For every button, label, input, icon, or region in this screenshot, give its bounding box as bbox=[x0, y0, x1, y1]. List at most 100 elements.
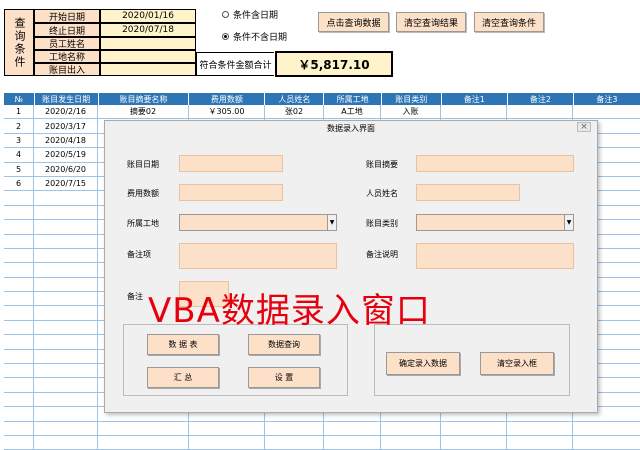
table-cell[interactable] bbox=[381, 435, 441, 450]
remark-item-field[interactable] bbox=[179, 243, 337, 269]
table-cell[interactable] bbox=[4, 191, 34, 205]
table-cell[interactable]: 2020/5/19 bbox=[34, 148, 98, 162]
amount-field[interactable] bbox=[179, 184, 283, 201]
table-cell[interactable] bbox=[34, 378, 98, 392]
table-cell[interactable] bbox=[34, 335, 98, 349]
confirm-entry-button[interactable]: 确定录入数据 bbox=[386, 352, 460, 375]
summary-button[interactable]: 汇 总 bbox=[147, 367, 219, 388]
table-cell[interactable]: 5 bbox=[4, 162, 34, 176]
table-cell[interactable] bbox=[265, 435, 324, 450]
table-cell[interactable]: 2020/6/20 bbox=[34, 162, 98, 176]
table-cell[interactable] bbox=[441, 435, 507, 450]
table-cell[interactable] bbox=[4, 335, 34, 349]
table-cell[interactable] bbox=[34, 306, 98, 320]
table-cell[interactable] bbox=[4, 435, 34, 450]
table-cell[interactable] bbox=[4, 277, 34, 292]
table-cell[interactable] bbox=[507, 435, 573, 450]
table-cell[interactable] bbox=[573, 422, 640, 435]
table-cell[interactable] bbox=[573, 436, 640, 449]
table-cell[interactable]: 4 bbox=[4, 148, 34, 162]
table-cell[interactable]: 2 bbox=[4, 119, 34, 133]
table-cell[interactable] bbox=[34, 435, 98, 450]
table-cell[interactable] bbox=[4, 306, 34, 320]
table-cell[interactable] bbox=[4, 349, 34, 364]
table-cell[interactable] bbox=[34, 292, 98, 306]
radio-include-date[interactable]: 条件含日期 bbox=[222, 8, 278, 21]
end-date-input[interactable]: 2020/07/18 bbox=[100, 23, 196, 37]
table-cell[interactable]: 2020/2/16 bbox=[34, 105, 98, 119]
table-cell[interactable] bbox=[4, 292, 34, 306]
table-cell[interactable] bbox=[189, 435, 265, 450]
table-cell[interactable] bbox=[441, 105, 507, 119]
table-cell[interactable] bbox=[4, 263, 34, 277]
table-cell[interactable] bbox=[34, 191, 98, 205]
table-cell[interactable] bbox=[34, 205, 98, 220]
radio-exclude-date[interactable]: 条件不含日期 bbox=[222, 30, 287, 43]
clear-conditions-button[interactable]: 清空查询条件 bbox=[474, 12, 544, 32]
clear-results-button[interactable]: 清空查询结果 bbox=[396, 12, 466, 32]
table-cell[interactable] bbox=[324, 421, 381, 435]
summary-field[interactable] bbox=[416, 155, 574, 172]
category-select[interactable]: ▼ bbox=[416, 214, 574, 231]
site-label: 所属工地 bbox=[127, 219, 159, 228]
table-cell[interactable] bbox=[324, 435, 381, 450]
sum-label: 符合条件金额合计 bbox=[196, 52, 274, 76]
table-cell[interactable] bbox=[98, 435, 189, 450]
table-cell[interactable] bbox=[34, 248, 98, 263]
table-cell[interactable] bbox=[265, 421, 324, 435]
table-cell[interactable]: 1 bbox=[4, 105, 34, 119]
table-cell[interactable] bbox=[4, 378, 34, 392]
table-cell[interactable] bbox=[4, 421, 34, 435]
table-cell[interactable]: 2020/4/18 bbox=[34, 133, 98, 148]
table-cell[interactable] bbox=[34, 364, 98, 378]
start-date-input[interactable]: 2020/01/16 bbox=[100, 9, 196, 23]
table-cell[interactable] bbox=[507, 105, 573, 119]
table-cell[interactable]: 6 bbox=[4, 176, 34, 191]
table-cell[interactable] bbox=[4, 234, 34, 248]
table-cell[interactable]: A工地 bbox=[324, 105, 381, 119]
site-name-input[interactable] bbox=[100, 50, 196, 63]
employee-name-input[interactable] bbox=[100, 37, 196, 50]
clear-entry-button[interactable]: 清空录入框 bbox=[480, 352, 554, 375]
table-cell[interactable] bbox=[189, 421, 265, 435]
table-cell[interactable] bbox=[34, 407, 98, 421]
table-cell[interactable] bbox=[98, 421, 189, 435]
settings-button[interactable]: 设 置 bbox=[248, 367, 320, 388]
table-cell[interactable] bbox=[34, 392, 98, 407]
table-cell[interactable] bbox=[573, 105, 640, 118]
site-select[interactable]: ▼ bbox=[179, 214, 337, 231]
date-field[interactable] bbox=[179, 155, 283, 172]
table-cell[interactable] bbox=[34, 277, 98, 292]
query-data-button[interactable]: 点击查询数据 bbox=[318, 12, 389, 32]
table-cell[interactable] bbox=[4, 407, 34, 421]
remark-desc-field[interactable] bbox=[416, 243, 574, 269]
table-cell[interactable] bbox=[4, 320, 34, 335]
person-field[interactable] bbox=[416, 184, 520, 201]
table-cell[interactable] bbox=[34, 263, 98, 277]
table-cell[interactable] bbox=[4, 364, 34, 378]
table-cell[interactable] bbox=[34, 234, 98, 248]
data-table-button[interactable]: 数 据 表 bbox=[147, 334, 219, 355]
table-cell[interactable]: 入账 bbox=[381, 105, 441, 119]
table-cell[interactable] bbox=[34, 349, 98, 364]
data-query-button[interactable]: 数据查询 bbox=[248, 334, 320, 355]
table-cell[interactable] bbox=[381, 421, 441, 435]
table-cell[interactable] bbox=[441, 421, 507, 435]
table-cell[interactable]: 2020/7/15 bbox=[34, 176, 98, 191]
table-cell[interactable]: 3 bbox=[4, 133, 34, 148]
table-cell[interactable] bbox=[34, 220, 98, 234]
table-cell[interactable]: 摘要02 bbox=[98, 105, 189, 119]
table-cell[interactable]: 张02 bbox=[265, 105, 324, 119]
table-cell[interactable] bbox=[4, 392, 34, 407]
table-cell[interactable] bbox=[4, 248, 34, 263]
close-icon[interactable]: × bbox=[577, 122, 591, 132]
table-cell[interactable] bbox=[34, 320, 98, 335]
table-cell[interactable]: ￥305.00 bbox=[189, 105, 265, 119]
table-cell[interactable] bbox=[507, 421, 573, 435]
col-no: № bbox=[4, 93, 35, 105]
table-cell[interactable]: 2020/3/17 bbox=[34, 119, 98, 133]
table-cell[interactable] bbox=[34, 421, 98, 435]
table-cell[interactable] bbox=[4, 220, 34, 234]
account-inout-input[interactable] bbox=[100, 63, 196, 76]
table-cell[interactable] bbox=[4, 205, 34, 220]
